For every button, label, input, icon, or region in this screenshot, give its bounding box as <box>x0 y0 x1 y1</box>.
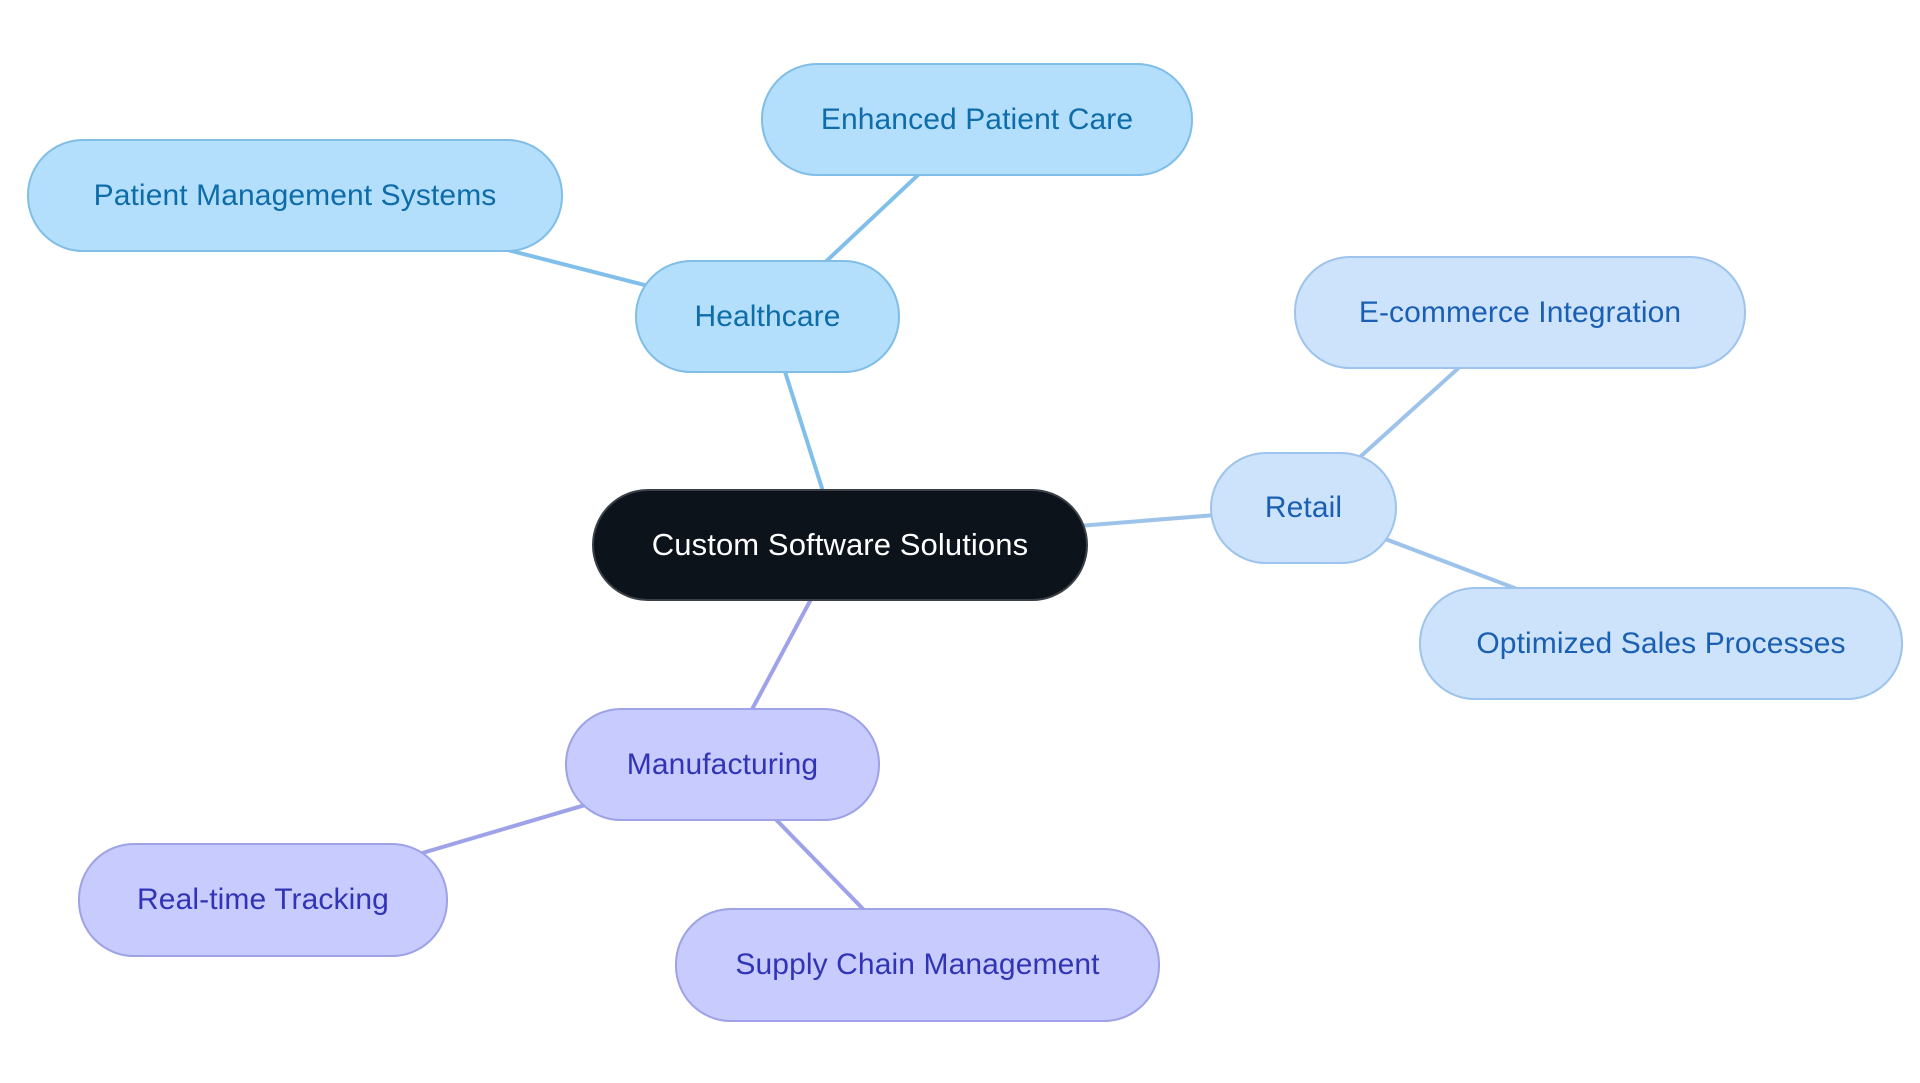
leaf-node-optimized-sales-processes[interactable]: Optimized Sales Processes <box>1419 587 1903 700</box>
leaf-node-real-time-tracking[interactable]: Real-time Tracking <box>78 843 448 957</box>
root-node-label: Custom Software Solutions <box>651 527 1029 562</box>
branch-node-healthcare[interactable]: Healthcare <box>635 260 900 373</box>
branch-node-label: Manufacturing <box>626 747 819 781</box>
leaf-node-label: Optimized Sales Processes <box>1476 626 1846 660</box>
branch-node-label: Retail <box>1264 491 1343 524</box>
leaf-node-supply-chain-management[interactable]: Supply Chain Management <box>675 908 1160 1022</box>
leaf-node-ecommerce-integration[interactable]: E-commerce Integration <box>1294 256 1746 369</box>
branch-node-label: Healthcare <box>694 299 841 333</box>
branch-node-retail[interactable]: Retail <box>1210 452 1397 564</box>
leaf-node-patient-management-systems[interactable]: Patient Management Systems <box>27 139 563 252</box>
leaf-node-label: Supply Chain Management <box>735 948 1100 981</box>
leaf-node-label: Enhanced Patient Care <box>820 102 1134 136</box>
leaf-node-label: Real-time Tracking <box>137 883 389 916</box>
root-node[interactable]: Custom Software Solutions <box>592 489 1088 601</box>
branch-node-manufacturing[interactable]: Manufacturing <box>565 708 880 821</box>
leaf-node-enhanced-patient-care[interactable]: Enhanced Patient Care <box>761 63 1193 176</box>
leaf-node-label: E-commerce Integration <box>1358 295 1682 329</box>
leaf-node-label: Patient Management Systems <box>93 178 497 212</box>
